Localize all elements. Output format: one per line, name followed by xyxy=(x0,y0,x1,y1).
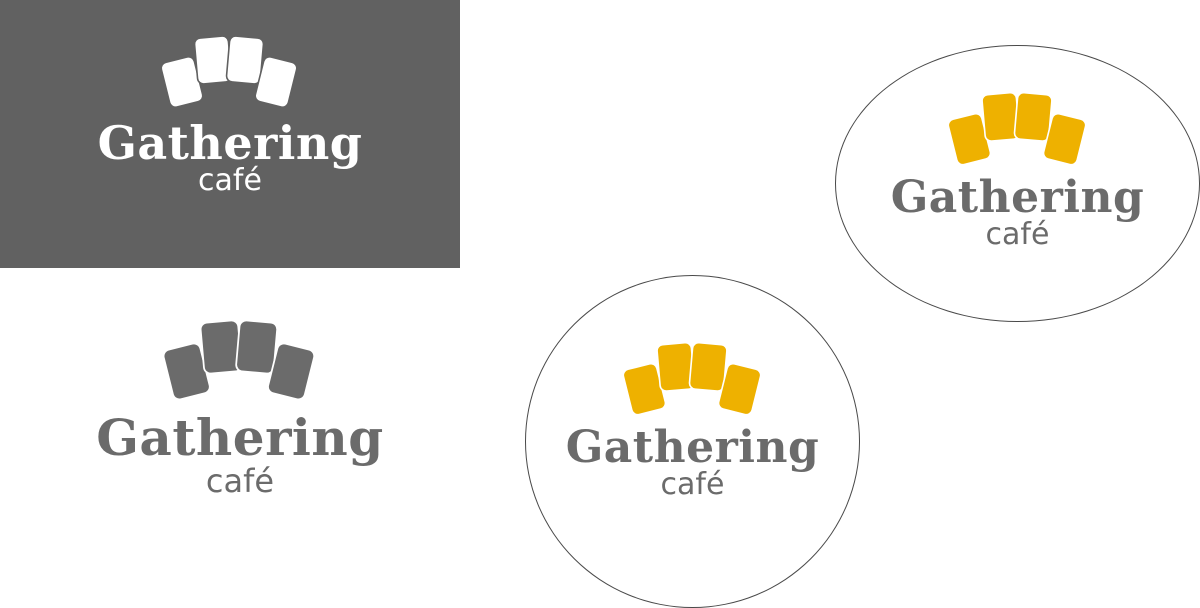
oval-badge-panel: Gathering café xyxy=(835,45,1200,322)
circle-badge-panel: Gathering café xyxy=(525,275,860,608)
card-shape-3 xyxy=(688,341,728,392)
brand-tagline: café xyxy=(985,217,1050,252)
dark-logo-panel: Gathering café xyxy=(0,0,460,268)
brand-name: Gathering xyxy=(97,116,363,170)
logo-sheet: Gathering café Gathering café Gathering … xyxy=(0,0,1200,608)
card-shape-3 xyxy=(1013,91,1053,142)
plain-logo-panel: Gathering café xyxy=(40,295,440,565)
brand-name: Gathering xyxy=(96,408,384,467)
fanned-cards-icon xyxy=(946,91,1086,166)
logo-dark: Gathering café xyxy=(0,24,460,196)
brand-name: Gathering xyxy=(890,172,1145,223)
fanned-cards-icon xyxy=(621,341,761,416)
brand-tagline: café xyxy=(660,467,725,502)
card-shape-3 xyxy=(235,319,279,375)
logo-oval: Gathering café xyxy=(836,80,1199,250)
fanned-cards-icon xyxy=(162,319,316,401)
brand-tagline: café xyxy=(198,163,262,198)
logo-circle: Gathering café xyxy=(526,330,859,500)
brand-tagline: café xyxy=(205,462,275,500)
brand-name: Gathering xyxy=(565,422,820,473)
card-shape-3 xyxy=(225,35,265,85)
logo-plain: Gathering café xyxy=(40,307,440,497)
fanned-cards-icon xyxy=(160,35,298,108)
